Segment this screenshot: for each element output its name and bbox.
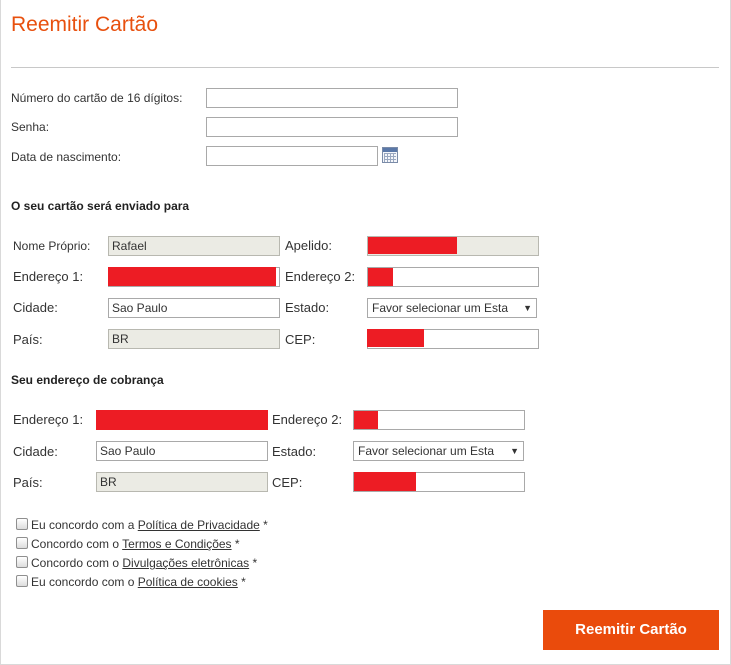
calendar-icon[interactable] — [382, 147, 398, 163]
disclosures-link[interactable]: Divulgações eletrônicas — [122, 556, 249, 570]
chevron-down-icon: ▼ — [523, 303, 532, 313]
card-number-input[interactable] — [206, 88, 458, 108]
password-label: Senha: — [11, 120, 50, 134]
bill-address2-redaction — [354, 411, 378, 429]
ship-state-value: Favor selecionar um Esta — [372, 301, 509, 315]
ship-country-label: País: — [13, 332, 43, 347]
terms-agreement: Concordo com o Termos e Condições * — [31, 537, 240, 551]
last-name-redaction — [368, 237, 457, 254]
ship-address1-redaction — [108, 267, 276, 286]
ship-city-label: Cidade: — [13, 300, 58, 315]
bill-address1-label: Endereço 1: — [13, 412, 84, 427]
cookies-agreement: Eu concordo com o Política de cookies * — [31, 575, 246, 589]
ship-city-input[interactable] — [108, 298, 280, 318]
last-name-label: Apelido: — [285, 238, 332, 253]
terms-checkbox[interactable] — [16, 537, 28, 549]
bill-state-select[interactable]: Favor selecionar um Esta ▼ — [353, 441, 524, 461]
bill-country-label: País: — [13, 475, 43, 490]
privacy-policy-link[interactable]: Política de Privacidade — [138, 518, 260, 532]
ship-state-label: Estado: — [285, 300, 330, 315]
shipping-section-title: O seu cartão será enviado para — [11, 199, 190, 213]
bill-address2-label: Endereço 2: — [272, 412, 343, 427]
bill-zip-redaction — [354, 472, 416, 491]
billing-section-title: Seu endereço de cobrança — [11, 373, 164, 387]
card-number-label: Número do cartão de 16 dígitos: — [11, 91, 183, 105]
cookie-policy-link[interactable]: Política de cookies — [138, 575, 238, 589]
ship-address1-label: Endereço 1: — [13, 269, 84, 284]
ship-country-input — [108, 329, 280, 349]
cookies-checkbox[interactable] — [16, 575, 28, 587]
ship-zip-label: CEP: — [285, 332, 316, 347]
chevron-down-icon: ▼ — [510, 446, 519, 456]
terms-link[interactable]: Termos e Condições — [122, 537, 231, 551]
bill-address1-redaction — [96, 410, 268, 430]
bill-state-label: Estado: — [272, 444, 317, 459]
first-name-input — [108, 236, 280, 256]
bill-country-input — [96, 472, 268, 492]
birthdate-input[interactable] — [206, 146, 378, 166]
disclosures-checkbox[interactable] — [16, 556, 28, 568]
first-name-label: Nome Próprio: — [13, 239, 91, 253]
privacy-checkbox[interactable] — [16, 518, 28, 530]
page-title: Reemitir Cartão — [11, 13, 159, 36]
bill-state-value: Favor selecionar um Esta — [358, 444, 495, 458]
birthdate-label: Data de nascimento: — [11, 150, 122, 164]
reissue-card-button[interactable]: Reemitir Cartão — [543, 610, 719, 650]
ship-address2-redaction — [368, 268, 393, 286]
disclosures-agreement: Concordo com o Divulgações eletrônicas * — [31, 556, 258, 570]
ship-state-select[interactable]: Favor selecionar um Esta ▼ — [367, 298, 537, 318]
bill-zip-label: CEP: — [272, 475, 303, 490]
privacy-agreement: Eu concordo com a Política de Privacidad… — [31, 518, 268, 532]
ship-zip-redaction — [367, 329, 424, 347]
bill-city-input[interactable] — [96, 441, 268, 461]
password-input[interactable] — [206, 117, 458, 137]
bill-address2-input[interactable] — [353, 410, 525, 430]
bill-city-label: Cidade: — [13, 444, 58, 459]
ship-address2-label: Endereço 2: — [285, 269, 356, 284]
title-divider — [11, 67, 719, 68]
